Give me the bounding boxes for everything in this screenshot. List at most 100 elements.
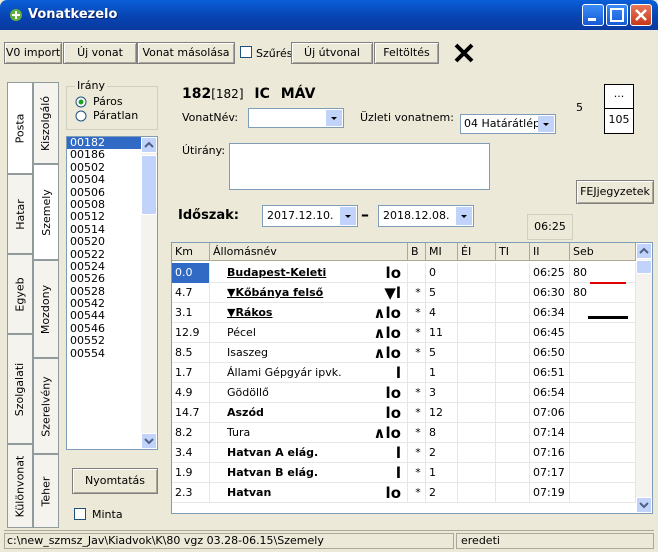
date-to-select[interactable]: 2018.12.08. (378, 205, 474, 227)
column-header[interactable]: MI (426, 243, 458, 261)
cell-ii[interactable]: 06:30 (530, 283, 570, 303)
cell-mi[interactable]: 11 (426, 323, 458, 343)
cell-mi[interactable]: 5 (426, 343, 458, 363)
cell-ei[interactable] (458, 343, 496, 363)
cell-b[interactable] (408, 263, 426, 283)
cell-ii[interactable]: 06:51 (530, 363, 570, 383)
cell-ti[interactable] (496, 403, 530, 423)
cell-ii[interactable]: 06:25 (530, 263, 570, 283)
cell-mi[interactable]: 5 (426, 283, 458, 303)
cell-seb[interactable] (570, 323, 636, 343)
date-from-select[interactable]: 2017.12.10. (262, 205, 358, 227)
cell-ei[interactable] (458, 283, 496, 303)
cell-km[interactable]: 3.1 (172, 303, 210, 323)
timetable-grid[interactable]: Km Állomásnév B MI ÉI TI II Seb 0.0 Budapest-Kel… (171, 242, 653, 514)
cell-seb[interactable]: 80 (570, 263, 636, 283)
filter-checkbox[interactable] (240, 46, 252, 61)
cell-ii[interactable]: 07:06 (530, 403, 570, 423)
cell-ii[interactable]: 06:34 (530, 303, 570, 323)
cell-ti[interactable] (496, 483, 530, 503)
fej-jegyzetek-button[interactable]: FEJjegyzetek (576, 180, 654, 204)
column-header[interactable]: Seb (570, 243, 636, 261)
scroll-down-button[interactable] (141, 433, 157, 449)
column-header[interactable]: B (408, 243, 426, 261)
table-row[interactable]: 4.9 Gödöllő lo * 3 06:54 (172, 383, 638, 403)
sample-checkbox[interactable] (74, 508, 86, 523)
cell-km[interactable]: 3.4 (172, 443, 210, 463)
table-row[interactable]: 3.4 Hatvan A elág. l * 2 07:16 (172, 443, 638, 463)
cell-ii[interactable]: 06:54 (530, 383, 570, 403)
table-row[interactable]: 1.9 Hatvan B elág. l * 1 07:17 (172, 463, 638, 483)
train-list-item[interactable]: 00504 (67, 173, 141, 186)
cell-ii[interactable]: 07:14 (530, 423, 570, 443)
table-row[interactable]: 14.7 Aszód lo * 12 07:06 (172, 403, 638, 423)
train-list-item[interactable]: 00552 (67, 334, 141, 347)
vonatnev-dropdown[interactable] (326, 110, 342, 126)
cell-ti[interactable] (496, 343, 530, 363)
cell-ti[interactable] (496, 323, 530, 343)
cell-seb[interactable] (570, 403, 636, 423)
train-list-item[interactable]: 00526 (67, 272, 141, 285)
cell-mi[interactable]: 3 (426, 383, 458, 403)
tab-szerelveny[interactable]: Szerelvény (33, 358, 59, 454)
cell-b[interactable]: * (408, 423, 426, 443)
train-list-item[interactable]: 00544 (67, 310, 141, 323)
radio-paros[interactable]: Páros (75, 95, 123, 108)
tab-egyeb[interactable]: Egyeb (7, 254, 33, 334)
cell-b[interactable]: * (408, 343, 426, 363)
tab-hatar[interactable]: Hatar (7, 174, 33, 254)
cell-name[interactable]: Aszód lo (210, 403, 408, 423)
tab-teher[interactable]: Teher (33, 454, 59, 528)
cell-ei[interactable] (458, 383, 496, 403)
cell-ei[interactable] (458, 443, 496, 463)
cell-km[interactable]: 4.9 (172, 383, 210, 403)
cell-ti[interactable] (496, 383, 530, 403)
v0-import-button[interactable]: V0 import (4, 42, 62, 64)
train-list-item[interactable]: 00554 (67, 347, 141, 360)
scroll-up-button[interactable] (141, 137, 157, 153)
cell-ei[interactable] (458, 423, 496, 443)
cell-mi[interactable]: 12 (426, 403, 458, 423)
table-row[interactable]: 0.0 Budapest-Keleti lo 0 06:25 80 (172, 263, 638, 283)
cell-mi[interactable]: 2 (426, 483, 458, 503)
cell-ei[interactable] (458, 323, 496, 343)
cell-km[interactable]: 8.2 (172, 423, 210, 443)
grid-scroll-thumb[interactable] (636, 260, 652, 274)
cell-ti[interactable] (496, 443, 530, 463)
cell-ti[interactable] (496, 283, 530, 303)
cell-seb[interactable] (570, 343, 636, 363)
cell-km[interactable]: 4.7 (172, 283, 210, 303)
cell-name[interactable]: Gödöllő lo (210, 383, 408, 403)
delete-button[interactable] (452, 41, 476, 65)
print-button[interactable]: Nyomtatás (72, 468, 158, 494)
cell-seb[interactable] (570, 463, 636, 483)
cell-b[interactable]: * (408, 483, 426, 503)
date-to-dropdown[interactable] (456, 207, 472, 225)
cell-name[interactable]: Isaszeg ∧lo (210, 343, 408, 363)
cell-b[interactable]: * (408, 383, 426, 403)
cell-name[interactable]: Hatvan A elág. l (210, 443, 408, 463)
minimize-button[interactable] (582, 4, 604, 26)
cell-name[interactable]: Tura ∧lo (210, 423, 408, 443)
cell-b[interactable] (408, 363, 426, 383)
grid-scrollbar[interactable] (636, 243, 652, 513)
new-train-button[interactable]: Új vonat (63, 42, 137, 64)
tab-mozdony[interactable]: Mozdony (33, 260, 59, 358)
cell-mi[interactable]: 0 (426, 263, 458, 283)
cell-name[interactable]: Pécel ∧lo (210, 323, 408, 343)
column-header[interactable]: Km (172, 243, 210, 261)
filter-checkbox-box[interactable] (240, 46, 252, 58)
cell-ti[interactable] (496, 363, 530, 383)
table-row[interactable]: 4.7 ▼Kőbánya felső ▼l * 5 06:30 80 (172, 283, 638, 303)
cell-ti[interactable] (496, 423, 530, 443)
cell-seb[interactable] (570, 423, 636, 443)
cell-km[interactable]: 14.7 (172, 403, 210, 423)
cell-ii[interactable]: 06:50 (530, 343, 570, 363)
tab-szolgalati[interactable]: Szolgalati (7, 334, 33, 444)
cell-b[interactable]: * (408, 463, 426, 483)
cell-km[interactable]: 0.0 (172, 263, 210, 283)
cell-name[interactable]: ▼Rákos ∧lo (210, 303, 408, 323)
train-list[interactable]: 00182 00186 00502 00504 00506 00508 00512 00514… (66, 136, 158, 450)
list-scrollbar[interactable] (141, 137, 157, 449)
cell-ii[interactable]: 07:16 (530, 443, 570, 463)
